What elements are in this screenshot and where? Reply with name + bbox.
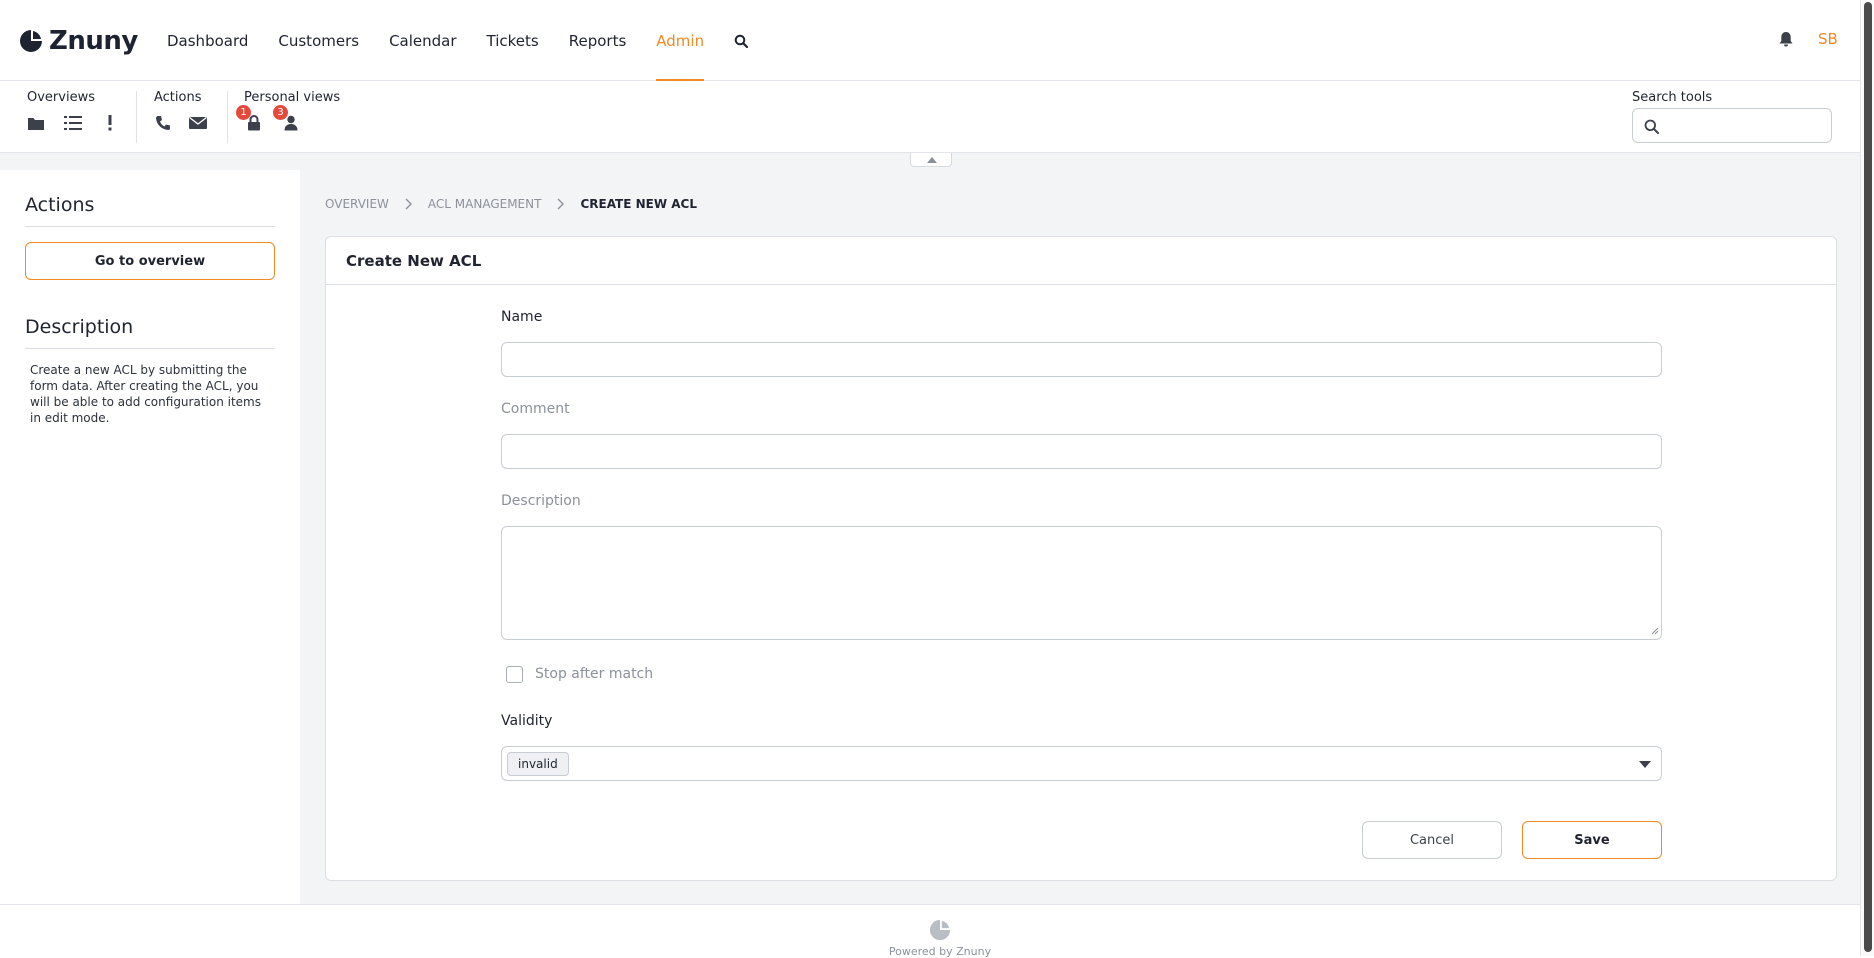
- breadcrumb: Overview ACL Management Create New ACL: [325, 197, 697, 211]
- search-icon: [734, 34, 749, 48]
- powered-by-text[interactable]: Powered by Znuny: [0, 945, 1874, 958]
- go-to-overview-button[interactable]: Go to overview: [25, 242, 275, 280]
- toolbar-collapse-strip: [0, 153, 1860, 170]
- chevron-right-icon: [405, 198, 412, 210]
- description-heading: Description: [25, 316, 275, 349]
- escalation-view-button[interactable]: [98, 111, 122, 135]
- scrollbar-thumb[interactable]: [1864, 2, 1872, 952]
- comment-label: Comment: [501, 401, 570, 417]
- validity-selected-tag: invalid: [507, 752, 569, 776]
- status-view-button[interactable]: [61, 111, 85, 135]
- search-tools-input[interactable]: [1667, 113, 1827, 139]
- phone-icon: [156, 116, 170, 130]
- search-icon: [1644, 119, 1659, 134]
- znuny-logo-icon: [20, 30, 42, 52]
- breadcrumb-create-new-acl: Create New ACL: [580, 197, 698, 211]
- personal-views-group: Personal views 1 3: [228, 81, 348, 153]
- personal-views-label: Personal views: [244, 90, 341, 105]
- main-content: Overview ACL Management Create New ACL C…: [300, 170, 1860, 904]
- search-tools-label: Search tools: [1632, 90, 1713, 105]
- notifications-button[interactable]: [1778, 31, 1794, 52]
- exclamation-icon: [108, 115, 112, 131]
- queue-view-button[interactable]: [24, 111, 48, 135]
- create-acl-card: Create New ACL Name Comment Description …: [325, 236, 1837, 881]
- breadcrumb-overview[interactable]: Overview: [325, 197, 389, 211]
- comment-input[interactable]: [501, 434, 1662, 469]
- nav-reports[interactable]: Reports: [569, 0, 627, 81]
- validity-select[interactable]: invalid: [501, 746, 1662, 781]
- user-avatar[interactable]: SB: [1818, 30, 1838, 48]
- nav-tickets[interactable]: Tickets: [487, 0, 539, 81]
- ordered-list-icon: [64, 116, 82, 130]
- cancel-button[interactable]: Cancel: [1362, 821, 1502, 859]
- znuny-footer-logo-icon: [929, 919, 951, 941]
- resize-grip-icon[interactable]: [1651, 627, 1659, 635]
- watched-tickets-button[interactable]: 3: [273, 105, 303, 135]
- nav-dashboard[interactable]: Dashboard: [167, 0, 248, 81]
- card-title: Create New ACL: [326, 237, 1836, 285]
- validity-label: Validity: [501, 713, 553, 729]
- toolbar: Overviews Actions Personal views 1 3 Sea…: [0, 81, 1860, 153]
- sidebar: Actions Go to overview Description Creat…: [0, 170, 300, 904]
- description-label: Description: [501, 493, 581, 509]
- page-scrollbar[interactable]: [1860, 0, 1874, 956]
- nav-search-button[interactable]: [734, 0, 749, 81]
- save-button[interactable]: Save: [1522, 821, 1662, 859]
- actions-label: Actions: [154, 90, 202, 105]
- logo-text: Znuny: [49, 26, 138, 56]
- breadcrumb-acl-management[interactable]: ACL Management: [428, 197, 542, 211]
- main-nav: Dashboard Customers Calendar Tickets Rep…: [167, 0, 749, 82]
- search-tools-box: [1632, 108, 1832, 143]
- caret-down-icon: [1639, 761, 1651, 768]
- znuny-logo[interactable]: Znuny: [19, 26, 138, 56]
- stop-after-match-checkbox[interactable]: [506, 666, 523, 683]
- nav-admin[interactable]: Admin: [656, 0, 704, 82]
- overviews-label: Overviews: [27, 90, 95, 105]
- top-navbar: Znuny Dashboard Customers Calendar Ticke…: [0, 0, 1860, 82]
- folder-icon: [28, 117, 44, 130]
- footer: Powered by Znuny: [0, 904, 1860, 958]
- envelope-icon: [189, 116, 207, 129]
- watched-count-badge: 3: [273, 105, 288, 120]
- chevron-right-icon: [557, 198, 565, 210]
- bell-icon: [1779, 32, 1793, 47]
- stop-after-match-label[interactable]: Stop after match: [535, 666, 653, 682]
- name-label: Name: [501, 309, 543, 325]
- overviews-group: Overviews: [0, 81, 136, 153]
- nav-calendar[interactable]: Calendar: [389, 0, 456, 81]
- nav-customers[interactable]: Customers: [278, 0, 359, 81]
- locked-count-badge: 1: [236, 105, 251, 120]
- locked-tickets-button[interactable]: 1: [236, 105, 266, 135]
- description-textarea[interactable]: [501, 526, 1662, 640]
- name-input[interactable]: [501, 342, 1662, 377]
- actions-group: Actions: [137, 81, 227, 153]
- actions-heading: Actions: [25, 194, 275, 227]
- new-phone-ticket-button[interactable]: [151, 111, 175, 135]
- collapse-toolbar-button[interactable]: [910, 153, 952, 167]
- description-text: Create a new ACL by submitting the form …: [30, 363, 261, 425]
- new-email-ticket-button[interactable]: [186, 111, 210, 135]
